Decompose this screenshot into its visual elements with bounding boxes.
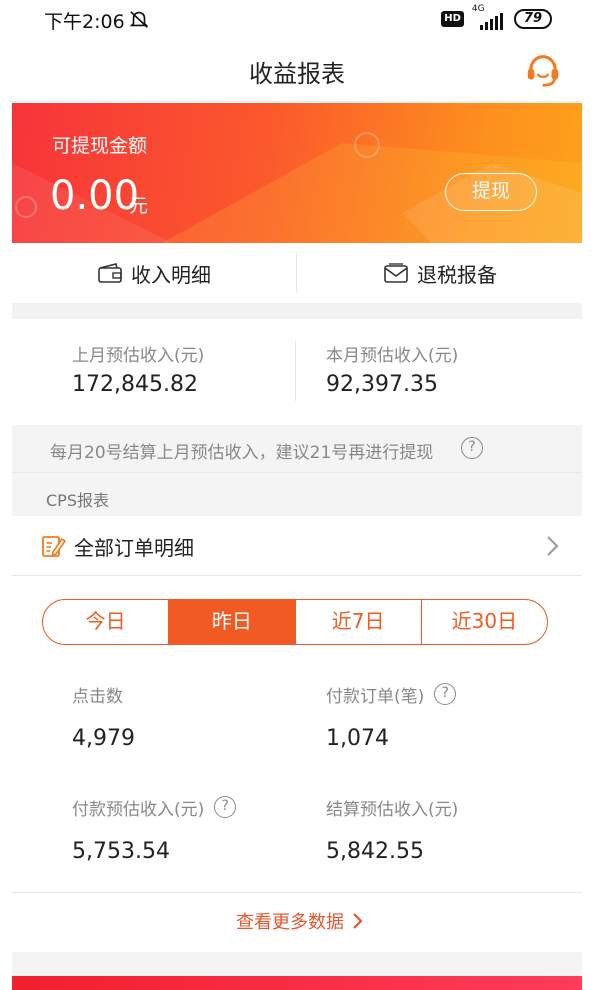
help-icon[interactable]: ? <box>434 683 457 705</box>
headset-icon[interactable] <box>524 51 562 89</box>
wallet-icon <box>98 263 122 283</box>
clicks-stat: 点击数 4,979 <box>72 682 135 752</box>
tax-filing-label: 退税报备 <box>417 262 497 287</box>
stats-divider <box>12 892 582 893</box>
last-month-estimate: 上月预估收入(元) 172,845.82 <box>72 341 204 397</box>
paid-income-label: 付款预估收入(元) <box>72 799 205 820</box>
signal-icon: 4G <box>472 4 506 30</box>
bottom-gap <box>12 952 582 976</box>
help-icon[interactable]: ? <box>214 796 237 818</box>
status-bar: 下午2:06 HD 4G 79 <box>0 0 600 38</box>
tab-today[interactable]: 今日 <box>43 600 170 644</box>
balance-unit: 元 <box>129 195 149 217</box>
all-orders-label: 全部订单明细 <box>74 536 194 560</box>
last-month-label: 上月预估收入(元) <box>72 346 205 366</box>
settled-income-value: 5,842.55 <box>326 839 424 864</box>
balance-amount: 0.00 <box>50 173 140 219</box>
battery-icon: 79 <box>513 9 552 29</box>
tax-filing-button[interactable]: 退税报备 <box>298 243 582 303</box>
withdraw-button[interactable]: 提现 <box>445 173 537 211</box>
this-month-label: 本月预估收入(元) <box>326 346 459 366</box>
paid-orders-stat: 付款订单(笔) ? 1,074 <box>326 682 457 751</box>
estimated-income-panel: 上月预估收入(元) 172,845.82 本月预估收入(元) 92,397.35 <box>12 319 582 425</box>
notice-text: 每月20号结算上月预估收入，建议21号再进行提现 <box>50 443 434 463</box>
page-title: 收益报表 <box>249 60 345 88</box>
balance-banner: 可提现金额 0.00 元 提现 <box>12 103 582 243</box>
section-gap <box>12 303 582 319</box>
clicks-value: 4,979 <box>72 726 135 751</box>
edit-document-icon <box>42 536 66 557</box>
income-detail-button[interactable]: 收入明细 <box>12 243 296 303</box>
envelope-icon <box>384 263 408 283</box>
tab-last-7-days[interactable]: 近7日 <box>296 600 422 644</box>
paid-orders-label: 付款订单(笔) <box>326 686 425 707</box>
promo-banner[interactable] <box>12 976 582 990</box>
view-more-link[interactable]: 查看更多数据 <box>0 908 600 934</box>
screen: 下午2:06 HD 4G 79 收益报表 可提现金额 0.00 元 提现 收入明… <box>0 0 600 990</box>
settlement-notice: 每月20号结算上月预估收入，建议21号再进行提现 ? <box>12 425 582 472</box>
status-indicators: HD 4G 79 <box>441 4 552 30</box>
clicks-label: 点击数 <box>72 686 123 707</box>
mute-bell-icon <box>129 11 149 28</box>
quick-actions: 收入明细 退税报备 <box>12 243 582 303</box>
paid-income-value: 5,753.54 <box>72 839 170 864</box>
settled-income-stat: 结算预估收入(元) 5,842.55 <box>326 795 459 865</box>
status-time: 下午2:06 <box>44 11 125 33</box>
all-orders-row[interactable]: 全部订单明细 <box>12 516 582 576</box>
quick-divider <box>296 253 297 293</box>
hd-badge: HD <box>441 11 464 27</box>
settled-income-label: 结算预估收入(元) <box>326 799 459 820</box>
income-detail-label: 收入明细 <box>131 262 211 287</box>
estimate-divider <box>295 341 296 401</box>
tab-yesterday[interactable]: 昨日 <box>169 600 296 644</box>
this-month-estimate: 本月预估收入(元) 92,397.35 <box>326 341 458 397</box>
last-month-value: 172,845.82 <box>72 372 198 397</box>
date-range-tabs: 今日 昨日 近7日 近30日 <box>42 599 548 645</box>
tab-last-30-days[interactable]: 近30日 <box>422 600 547 644</box>
paid-income-stat: 付款预估收入(元) ? 5,753.54 <box>72 795 237 864</box>
cps-section-title: CPS报表 <box>46 491 109 510</box>
app-header: 收益报表 <box>12 38 582 102</box>
balance-label: 可提现金额 <box>52 135 148 157</box>
view-more-label: 查看更多数据 <box>236 912 344 933</box>
help-icon[interactable]: ? <box>461 437 483 459</box>
cps-section-header: CPS报表 <box>12 472 582 516</box>
this-month-value: 92,397.35 <box>326 372 438 397</box>
chevron-right-icon <box>547 536 559 556</box>
paid-orders-value: 1,074 <box>326 726 389 751</box>
chevron-right-icon <box>353 913 363 929</box>
